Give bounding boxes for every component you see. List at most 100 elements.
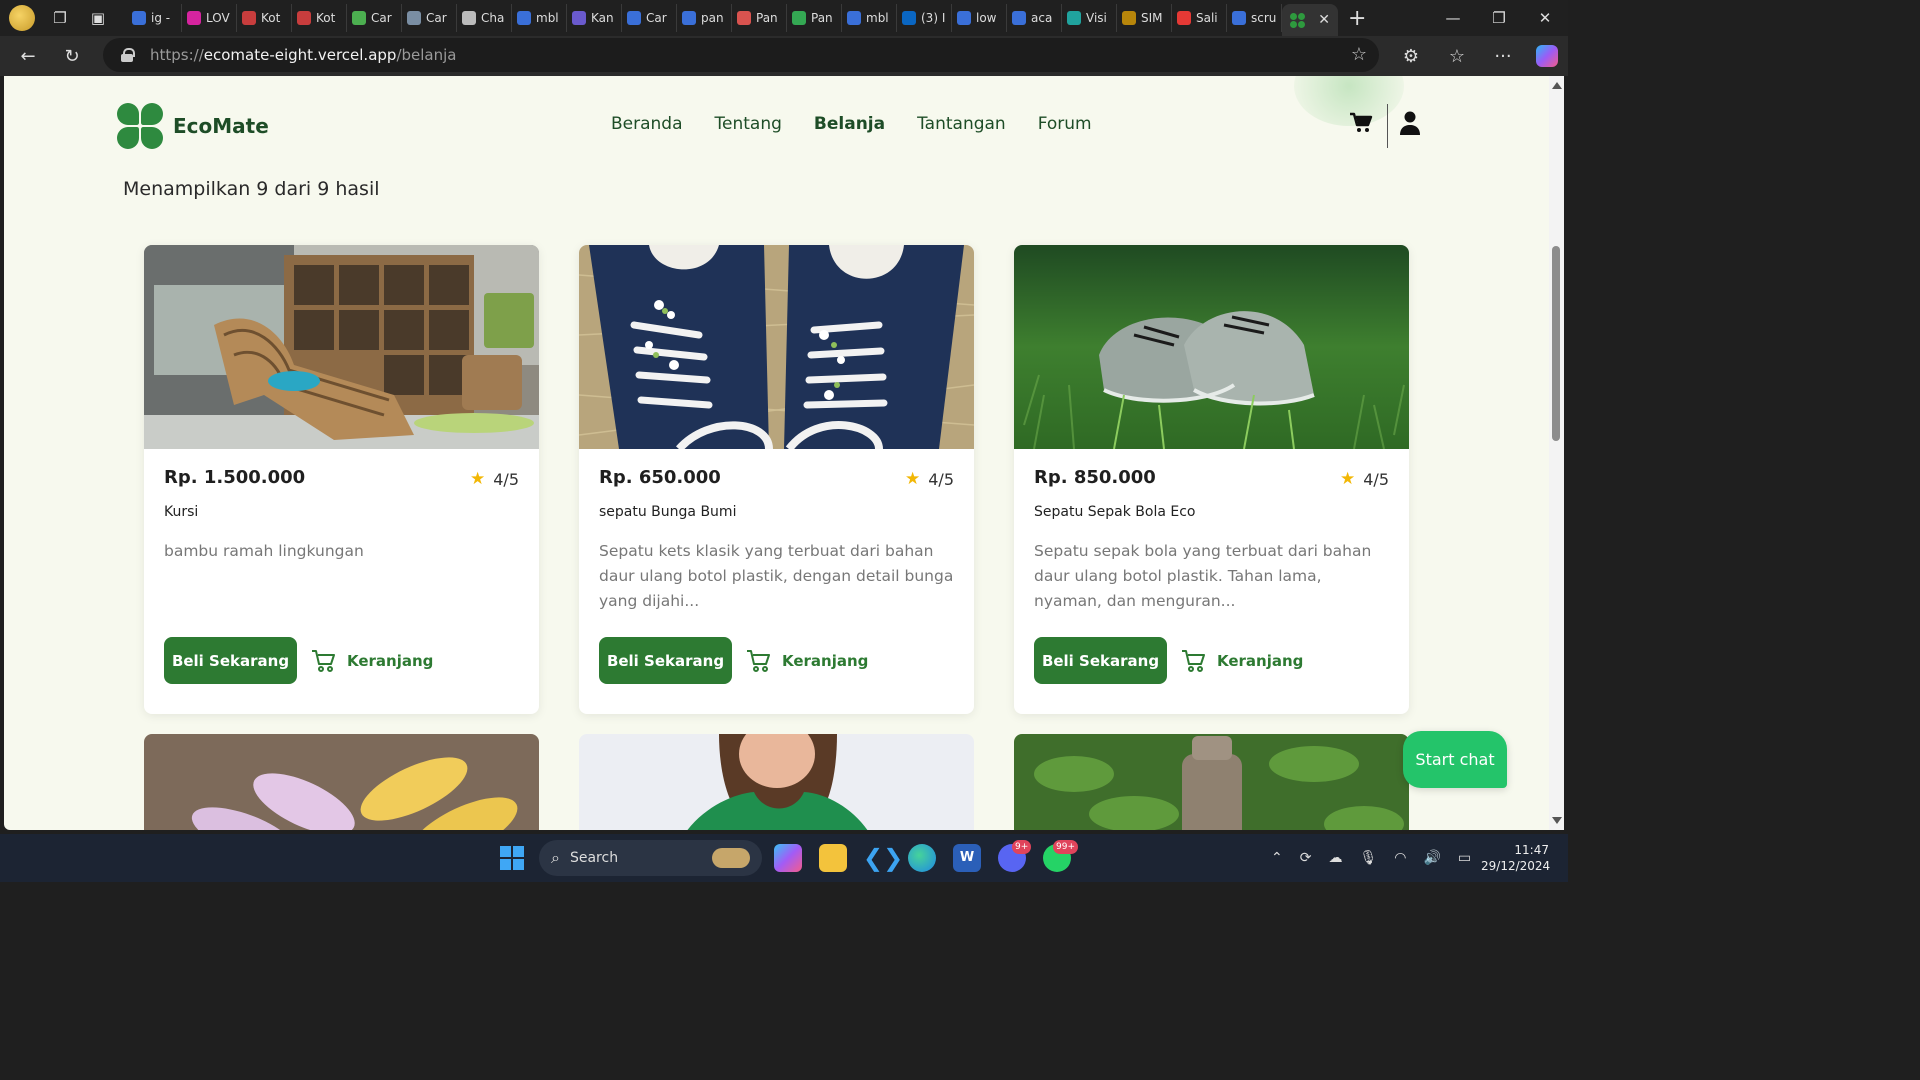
browser-tab[interactable]: SIM [1117,4,1172,32]
browser-tab[interactable]: mbl [512,4,567,32]
volume-icon[interactable]: 🔊 [1423,850,1440,866]
product-card: Rp. 850.000 ★ 4/5 Sepatu Sepak Bola Eco S… [1014,245,1409,714]
windows-start-icon[interactable] [500,846,524,870]
product-image-sepatu-bunga-bumi[interactable] [579,245,974,449]
add-to-cart-button[interactable]: Keranjang [311,648,433,674]
tab-label: low [976,11,997,25]
tab-favicon-icon [462,11,476,25]
browser-tab[interactable]: (3) I [897,4,952,32]
tab-label: Pan [811,11,833,25]
browser-tab[interactable]: Pan [732,4,787,32]
more-menu-icon[interactable]: ··· [1480,46,1526,67]
browser-tab[interactable]: Kot [292,4,347,32]
microphone-icon[interactable]: 🎙 [1359,850,1377,866]
refresh-icon[interactable]: ↻ [50,36,94,76]
product-image-kursi[interactable] [144,245,539,449]
favorite-star-icon[interactable]: ☆ [1351,44,1367,65]
word-icon[interactable]: W [953,844,981,872]
cloud-off-icon[interactable]: ☁ [1328,850,1342,866]
nav-tentang[interactable]: Tentang [715,114,782,134]
minimize-icon[interactable]: — [1430,0,1476,36]
workspaces-icon[interactable]: ❐ [41,0,79,36]
window-controls: — ❐ ✕ [1430,0,1568,36]
browser-tab[interactable]: Car [622,4,677,32]
copilot-app-icon[interactable] [774,844,802,872]
browser-tab[interactable]: Kan [567,4,622,32]
tab-label: ig - [151,11,171,25]
buy-now-button[interactable]: Beli Sekarang [1034,637,1167,684]
cart-nav-icon[interactable] [1349,112,1373,138]
file-explorer-icon[interactable] [819,844,847,872]
product-image-sandal[interactable] [144,734,539,830]
browser-tab[interactable]: Sali [1172,4,1227,32]
browser-tab[interactable]: Car [402,4,457,32]
browser-tab[interactable]: pan [677,4,732,32]
tab-favicon-icon [682,11,696,25]
discord-badge: 9+ [1012,840,1032,854]
star-icon: ★ [470,469,486,489]
browser-tab[interactable]: LOV [182,4,237,32]
tab-label: scru [1251,11,1277,25]
favorites-icon[interactable]: ☆ [1434,46,1480,67]
vertical-tabs-icon[interactable]: ▣ [79,0,117,36]
add-to-cart-button[interactable]: Keranjang [746,648,868,674]
ecomate-favicon-icon [1290,12,1305,28]
browser-tab[interactable]: low [952,4,1007,32]
tab-label: Car [371,11,392,25]
sync-icon[interactable]: ⟳ [1300,850,1312,866]
tab-active-ecomate[interactable]: ✕ [1282,4,1338,36]
back-icon[interactable]: ← [6,36,50,76]
scroll-down-icon[interactable] [1552,817,1562,824]
address-bar-row: ← ↻ https://ecomate-eight.vercel.app/bel… [0,36,1568,76]
browser-tab[interactable]: Pan [787,4,842,32]
scroll-thumb[interactable] [1552,246,1560,441]
close-tab-icon[interactable]: ✕ [1318,12,1330,28]
wifi-icon[interactable]: ◠ [1394,850,1406,866]
search-highlight-icon [712,848,750,868]
browser-tab[interactable]: Visi [1062,4,1117,32]
battery-icon[interactable]: ▭ [1458,850,1471,866]
user-account-icon[interactable] [1400,111,1420,139]
start-chat-button[interactable]: Start chat [1403,731,1507,788]
product-image-kaos[interactable] [579,734,974,830]
copilot-icon[interactable] [1536,45,1558,67]
close-window-icon[interactable]: ✕ [1522,0,1568,36]
system-clock[interactable]: 11:47 29/12/2024 [1481,842,1550,874]
url-field[interactable]: https://ecomate-eight.vercel.app/belanja… [103,38,1379,72]
profile-avatar[interactable] [9,5,35,31]
page-scrollbar[interactable] [1549,76,1564,830]
product-image-botol[interactable] [1014,734,1409,830]
cart-outline-icon [1182,649,1205,672]
new-tab-button[interactable]: + [1348,6,1366,31]
browser-tab[interactable]: scru [1227,4,1282,32]
browser-tab[interactable]: mbl [842,4,897,32]
buy-now-button[interactable]: Beli Sekarang [599,637,732,684]
tray-chevron-up-icon[interactable]: ⌃ [1271,850,1283,866]
nav-tantangan[interactable]: Tantangan [917,114,1006,134]
product-image-sepatu-sepak-bola-eco[interactable] [1014,245,1409,449]
tab-label: Car [646,11,667,25]
browser-tab[interactable]: ig - [127,4,182,32]
edge-icon[interactable] [908,844,936,872]
browser-tab-strip: ❐ ▣ ig - LOV Kot Kot Car Car Cha mbl Kan Car pan Pa… [0,0,1568,36]
product-rating: ★ 4/5 [1340,469,1389,489]
tab-favicon-icon [407,11,421,25]
site-logo[interactable]: EcoMate [117,103,269,149]
scroll-up-icon[interactable] [1552,82,1562,89]
taskbar-search-label: Search [569,850,619,866]
vscode-icon[interactable]: ❮❯ [863,844,903,872]
browser-tab[interactable]: aca [1007,4,1062,32]
extensions-icon[interactable]: ⚙ [1388,46,1434,67]
add-to-cart-label: Keranjang [1217,651,1304,670]
add-to-cart-button[interactable]: Keranjang [1181,648,1303,674]
browser-tab[interactable]: Kot [237,4,292,32]
buy-now-button[interactable]: Beli Sekarang [164,637,297,684]
tab-favicon-icon [737,11,751,25]
restore-icon[interactable]: ❐ [1476,0,1522,36]
nav-beranda[interactable]: Beranda [611,114,683,134]
browser-tab[interactable]: Car [347,4,402,32]
nav-forum[interactable]: Forum [1038,114,1092,134]
browser-tab[interactable]: Cha [457,4,512,32]
taskbar-search[interactable]: ⌕ Search [539,840,762,876]
nav-belanja[interactable]: Belanja [814,114,885,134]
